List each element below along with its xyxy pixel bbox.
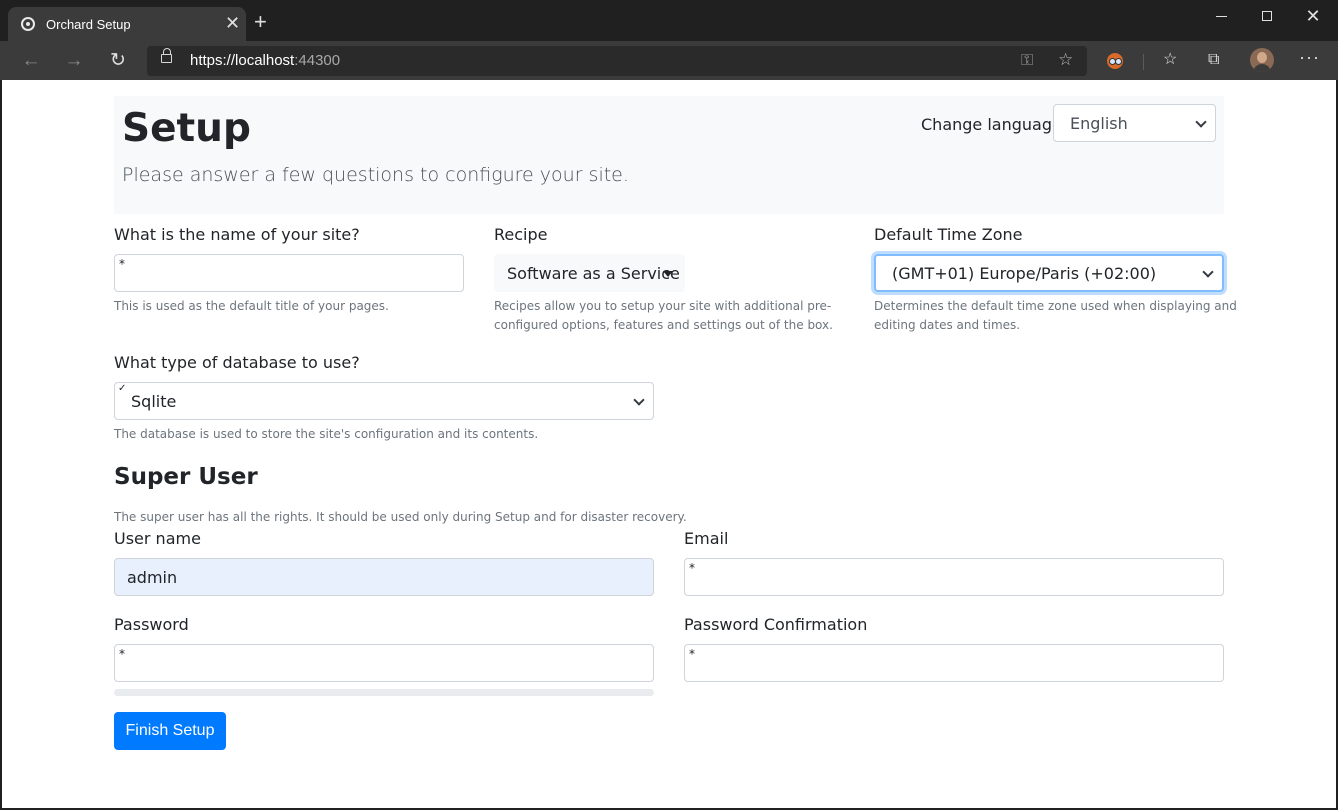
minimize-icon bbox=[1215, 15, 1227, 17]
password-confirm-input[interactable]: * bbox=[684, 644, 1224, 682]
password-strength-bar bbox=[114, 689, 654, 696]
setup-page: Setup Please answer a few questions to c… bbox=[2, 80, 1336, 808]
chevron-down-icon bbox=[1195, 116, 1207, 128]
toolbar-divider bbox=[1143, 54, 1144, 70]
recipe-help-line2: configured options, features and setting… bbox=[494, 318, 833, 332]
site-name-help: This is used as the default title of you… bbox=[114, 299, 389, 313]
collections-icon[interactable]: ⧉ bbox=[1208, 50, 1219, 70]
check-icon: ✓ bbox=[118, 383, 127, 394]
orchard-favicon-icon bbox=[21, 17, 35, 31]
window-close-button[interactable]: ✕ bbox=[1290, 0, 1336, 32]
timezone-help-line2: editing dates and times. bbox=[874, 318, 1021, 332]
timezone-help-line1: Determines the default time zone used wh… bbox=[874, 299, 1237, 313]
url-host: https://localhost bbox=[190, 52, 295, 69]
finish-setup-button[interactable]: Finish Setup bbox=[114, 712, 226, 750]
url-text[interactable]: https://localhost:44300 bbox=[190, 52, 340, 69]
database-value: Sqlite bbox=[131, 391, 177, 411]
tab-close-icon[interactable]: ✕ bbox=[225, 14, 240, 32]
language-select[interactable]: English bbox=[1053, 104, 1216, 142]
required-mark: * bbox=[119, 257, 125, 271]
address-bar[interactable]: https://localhost:44300 ⚿ ☆ bbox=[147, 46, 1087, 76]
profile-avatar[interactable] bbox=[1250, 48, 1274, 72]
extension-icon[interactable] bbox=[1107, 53, 1123, 69]
back-arrow-icon[interactable]: ← bbox=[19, 49, 43, 73]
database-select[interactable]: ✓ Sqlite bbox=[114, 382, 654, 420]
browser-toolbar: ← → ↻ https://localhost:44300 ⚿ ☆ ☆ ⧉ ··… bbox=[0, 41, 1338, 80]
favorites-icon[interactable]: ☆ bbox=[1163, 50, 1177, 70]
database-help: The database is used to store the site's… bbox=[114, 427, 539, 441]
chevron-down-icon bbox=[1202, 266, 1214, 278]
password-input[interactable]: * bbox=[114, 644, 654, 682]
site-name-input[interactable]: * bbox=[114, 254, 464, 292]
recipe-value: Software as a Service bbox=[507, 263, 680, 283]
setup-header: Setup Please answer a few questions to c… bbox=[114, 96, 1224, 214]
more-icon[interactable]: ··· bbox=[1299, 47, 1320, 67]
timezone-value: (GMT+01) Europe/Paris (+02:00) bbox=[892, 263, 1157, 283]
recipe-label: Recipe bbox=[494, 225, 548, 244]
username-label: User name bbox=[114, 529, 201, 548]
username-value: admin bbox=[127, 568, 178, 587]
super-user-help: The super user has all the rights. It sh… bbox=[114, 510, 687, 524]
maximize-icon bbox=[1262, 11, 1272, 21]
window-minimize-button[interactable] bbox=[1198, 0, 1244, 32]
browser-tab[interactable]: Orchard Setup ✕ bbox=[8, 7, 246, 41]
super-user-title: Super User bbox=[114, 464, 258, 490]
new-tab-icon[interactable]: + bbox=[254, 11, 267, 33]
key-icon[interactable]: ⚿ bbox=[1021, 52, 1033, 70]
recipe-dropdown-button[interactable]: Software as a Service bbox=[494, 254, 685, 292]
email-input[interactable]: * bbox=[684, 558, 1224, 596]
star-icon[interactable]: ☆ bbox=[1058, 50, 1073, 70]
email-label: Email bbox=[684, 529, 729, 548]
site-name-label: What is the name of your site? bbox=[114, 225, 360, 244]
database-label: What type of database to use? bbox=[114, 353, 360, 372]
language-label: Change language bbox=[921, 115, 1062, 134]
page-title: Setup bbox=[122, 106, 251, 151]
browser-titlebar: Orchard Setup ✕ + ✕ bbox=[0, 0, 1338, 41]
timezone-select[interactable]: (GMT+01) Europe/Paris (+02:00) bbox=[874, 254, 1224, 292]
chevron-down-icon bbox=[633, 394, 645, 406]
required-mark: * bbox=[689, 647, 695, 661]
password-confirm-label: Password Confirmation bbox=[684, 615, 868, 634]
reload-icon[interactable]: ↻ bbox=[106, 49, 130, 73]
caret-down-icon bbox=[663, 271, 673, 277]
username-input[interactable]: admin bbox=[114, 558, 654, 596]
page-lead: Please answer a few questions to configu… bbox=[122, 164, 629, 186]
forward-arrow-icon[interactable]: → bbox=[62, 49, 86, 73]
password-label: Password bbox=[114, 615, 189, 634]
timezone-label: Default Time Zone bbox=[874, 225, 1023, 244]
window-maximize-button[interactable] bbox=[1244, 0, 1290, 32]
url-port: :44300 bbox=[294, 52, 341, 69]
required-mark: * bbox=[689, 561, 695, 575]
recipe-help-line1: Recipes allow you to setup your site wit… bbox=[494, 299, 832, 313]
lock-icon[interactable] bbox=[161, 48, 172, 63]
language-value: English bbox=[1070, 113, 1128, 133]
required-mark: * bbox=[119, 647, 125, 661]
tab-title: Orchard Setup bbox=[46, 17, 131, 32]
